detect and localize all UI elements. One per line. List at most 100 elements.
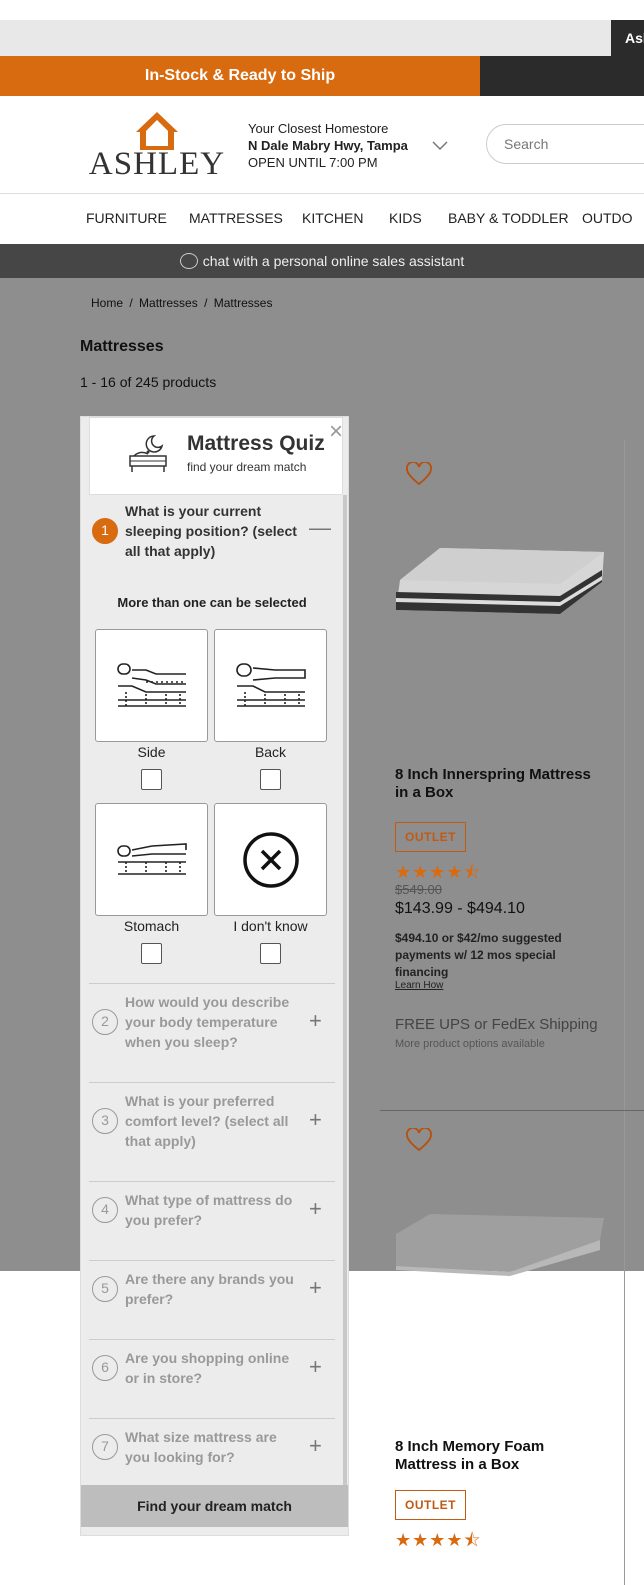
utility-bar	[0, 20, 644, 56]
promo-banner-secondary[interactable]	[480, 56, 644, 96]
breadcrumb-current: Mattresses	[213, 296, 273, 310]
breadcrumb-home[interactable]: Home	[91, 296, 123, 310]
learn-how-link[interactable]: Learn How	[395, 980, 443, 991]
account-button[interactable]: Ash	[611, 20, 644, 56]
quiz-title: Mattress Quiz	[187, 432, 325, 455]
divider	[89, 1260, 335, 1261]
multi-select-note: More than one can be selected	[117, 595, 307, 610]
nav-item-kids[interactable]: KIDS	[389, 210, 422, 226]
rating-stars[interactable]: ★★★★⯪	[395, 1528, 482, 1558]
nav-item-furniture[interactable]: FURNITURE	[86, 210, 167, 226]
shipping-info: FREE UPS or FedEx Shipping	[395, 1016, 598, 1033]
question-number-7: 7	[92, 1434, 118, 1460]
side-sleeper-icon	[117, 663, 186, 707]
option-side-checkbox[interactable]	[141, 769, 162, 790]
question-5-text[interactable]: Are there any brands you prefer?	[125, 1269, 303, 1309]
option-side[interactable]	[95, 629, 208, 742]
product-name-line1[interactable]: 8 Inch Innerspring Mattress	[395, 766, 591, 784]
closest-store[interactable]: Your Closest Homestore N Dale Mabry Hwy,…	[248, 120, 408, 171]
collapse-icon[interactable]: —	[309, 515, 331, 541]
question-number-5: 5	[92, 1276, 118, 1302]
stomach-sleeper-icon	[117, 843, 187, 875]
nav-item-mattresses[interactable]: MATTRESSES	[189, 210, 283, 226]
expand-icon[interactable]: +	[309, 1107, 322, 1133]
row-divider	[380, 1110, 644, 1111]
nav-item-outdoor[interactable]: OUTDO	[582, 210, 633, 226]
question-1-text[interactable]: What is your current sleeping position? …	[125, 501, 303, 561]
heart-icon[interactable]	[406, 462, 432, 486]
option-stomach[interactable]	[95, 803, 208, 916]
was-price: $549.00	[395, 882, 442, 897]
option-back-checkbox[interactable]	[260, 769, 281, 790]
find-dream-match-button[interactable]: Find your dream match	[81, 1485, 348, 1527]
question-2-text[interactable]: How would you describe your body tempera…	[125, 992, 303, 1052]
chevron-down-icon[interactable]	[432, 138, 448, 154]
option-dont-know-label: I don't know	[233, 918, 308, 934]
question-number-2: 2	[92, 1009, 118, 1035]
financing-text: $494.10 or $42/mo suggested payments w/ …	[395, 931, 562, 979]
breadcrumb-separator: /	[129, 296, 133, 310]
sleeping-bed-icon	[129, 435, 167, 472]
product-name-line1[interactable]: 8 Inch Memory Foam	[395, 1438, 544, 1456]
expand-icon[interactable]: +	[309, 1354, 322, 1380]
promo-banner[interactable]: In-Stock & Ready to Ship	[0, 56, 480, 96]
x-circle-icon	[243, 832, 299, 888]
divider	[89, 1181, 335, 1182]
question-number-4: 4	[92, 1197, 118, 1223]
product-name-line2[interactable]: Mattress in a Box	[395, 1456, 519, 1474]
outlet-badge: OUTLET	[395, 1490, 466, 1520]
store-name: N Dale Mabry Hwy, Tampa	[248, 138, 408, 153]
divider	[89, 1082, 335, 1083]
chat-bubble-icon	[179, 253, 198, 269]
question-6-text[interactable]: Are you shopping online or in store?	[125, 1348, 303, 1388]
option-stomach-label: Stomach	[123, 918, 180, 934]
product-count: 1 - 16 of 245 products	[80, 374, 217, 390]
mattress-image[interactable]	[390, 1210, 610, 1280]
product-column: 8 Inch Innerspring Mattress in a Box OUT…	[380, 420, 644, 1585]
price-range: $143.99 - $494.10	[395, 900, 525, 917]
breadcrumb: Home / Mattresses / Mattresses	[91, 296, 275, 310]
option-stomach-checkbox[interactable]	[141, 943, 162, 964]
expand-icon[interactable]: +	[309, 1008, 322, 1034]
store-hours: OPEN UNTIL 7:00 PM	[248, 155, 378, 170]
close-icon[interactable]: ×	[329, 420, 343, 444]
divider	[89, 1339, 335, 1340]
site-header: ASHLEY Your Closest Homestore N Dale Mab…	[0, 96, 644, 194]
page: Ash In-Stock & Ready to Ship ASHLEY Your…	[0, 0, 644, 1585]
heart-icon[interactable]	[406, 1128, 432, 1152]
quiz-header: Mattress Quiz find your dream match ×	[89, 417, 343, 495]
divider	[89, 1418, 335, 1419]
chat-bar[interactable]: chat with a personal online sales assist…	[0, 244, 644, 278]
quiz-subtitle: find your dream match	[187, 460, 307, 474]
question-number-3: 3	[92, 1108, 118, 1134]
nav-item-baby-toddler[interactable]: BABY & TODDLER	[448, 210, 569, 226]
expand-icon[interactable]: +	[309, 1275, 322, 1301]
product-name-line2[interactable]: in a Box	[395, 784, 453, 802]
outlet-badge: OUTLET	[395, 822, 466, 852]
breadcrumb-mattresses[interactable]: Mattresses	[139, 296, 198, 310]
question-4-text[interactable]: What type of mattress do you prefer?	[125, 1190, 303, 1230]
option-side-label: Side	[137, 744, 166, 760]
question-3-text[interactable]: What is your preferred comfort level? (s…	[125, 1091, 303, 1151]
option-back-label: Back	[254, 744, 287, 760]
question-number-6: 6	[92, 1355, 118, 1381]
ashley-logo[interactable]: ASHLEY	[86, 110, 228, 182]
option-back[interactable]	[214, 629, 327, 742]
chat-label: chat with a personal online sales assist…	[202, 253, 465, 269]
main-nav: FURNITURE MATTRESSES KITCHEN KIDS BABY &…	[0, 194, 644, 244]
option-dont-know-checkbox[interactable]	[260, 943, 281, 964]
search-input[interactable]: Search	[486, 124, 644, 164]
more-options: More product options available	[395, 1038, 545, 1050]
expand-icon[interactable]: +	[309, 1196, 322, 1222]
nav-item-kitchen[interactable]: KITCHEN	[302, 210, 363, 226]
page-title: Mattresses	[80, 338, 164, 355]
expand-icon[interactable]: +	[309, 1433, 322, 1459]
option-dont-know[interactable]	[214, 803, 327, 916]
breadcrumb-separator: /	[204, 296, 208, 310]
mattress-image[interactable]	[390, 540, 610, 620]
question-7-text[interactable]: What size mattress are you looking for?	[125, 1427, 303, 1467]
logo-house-icon	[136, 112, 178, 150]
mattress-quiz-panel: Mattress Quiz find your dream match × 1 …	[80, 416, 349, 1536]
quiz-scrollbar[interactable]	[343, 495, 347, 1485]
logo-text: ASHLEY	[88, 146, 226, 182]
